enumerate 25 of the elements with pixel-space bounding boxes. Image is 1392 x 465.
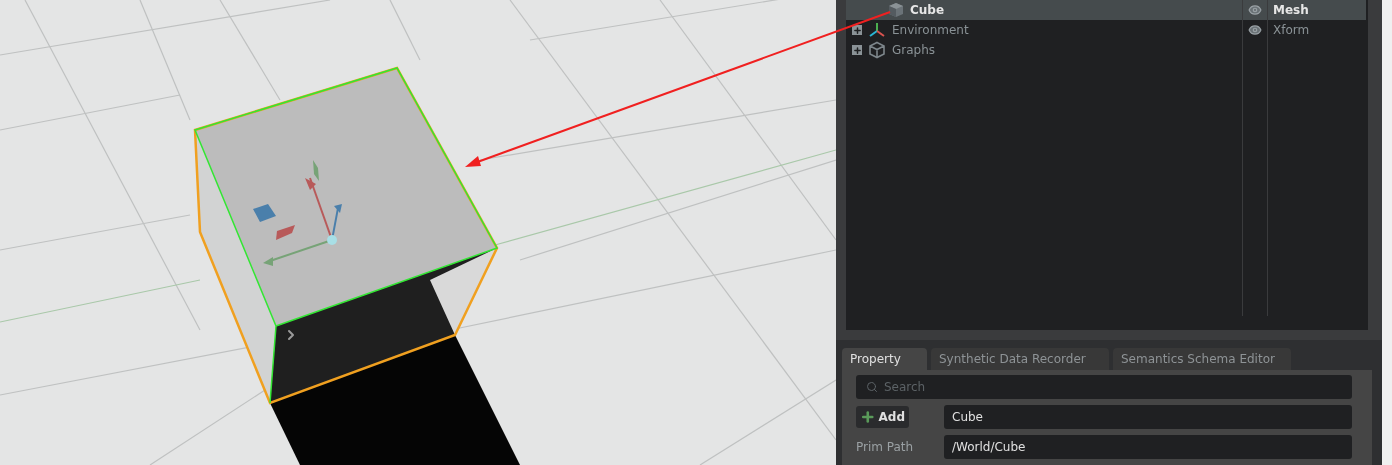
axes-icon (868, 21, 886, 39)
text-field[interactable]: /World/Cube (944, 435, 1352, 459)
tree-row[interactable]: Environment Xform (846, 20, 1366, 40)
field-label: Prim Path (856, 439, 915, 456)
prim-name: Environment (892, 22, 969, 39)
prim-type: Mesh (1272, 2, 1309, 19)
panel-tab[interactable]: Semantics Schema Editor (1113, 348, 1291, 370)
prim-type: Xform (1272, 22, 1310, 39)
eye-icon[interactable] (1247, 23, 1262, 37)
expand-icon[interactable] (852, 25, 862, 35)
tree-row[interactable]: Cube Mesh (846, 0, 1366, 20)
plus-icon (860, 409, 876, 425)
panel-tab[interactable]: Property (842, 348, 927, 370)
box-icon (868, 41, 886, 59)
tree-row[interactable]: Graphs (846, 40, 1366, 60)
cube-icon (888, 2, 904, 18)
prim-name: Cube (910, 2, 945, 19)
panel-tab[interactable]: Synthetic Data Recorder (931, 348, 1109, 370)
name-field[interactable]: Cube (944, 405, 1352, 429)
eye-icon[interactable] (1247, 3, 1262, 17)
expand-icon[interactable] (852, 45, 862, 55)
search-icon (866, 381, 878, 393)
prim-name: Graphs (892, 42, 936, 59)
search-placeholder: Search (884, 379, 926, 396)
add-button[interactable]: Add (856, 406, 909, 428)
